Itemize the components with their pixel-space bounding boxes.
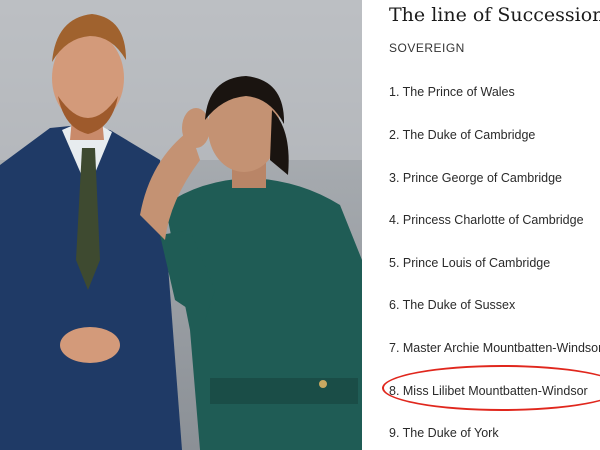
succession-item-2: 2. The Duke of Cambridge <box>389 128 536 142</box>
succession-item-1: 1. The Prince of Wales <box>389 85 515 99</box>
succession-item-5: 5. Prince Louis of Cambridge <box>389 256 551 270</box>
succession-item-7: 7. Master Archie Mountbatten-Windsor <box>389 341 600 355</box>
succession-panel: The line of Succession SOVEREIGN 1. The … <box>362 0 600 450</box>
couple-illustration <box>0 0 362 450</box>
sovereign-label: SOVEREIGN <box>389 41 465 55</box>
succession-item-4: 4. Princess Charlotte of Cambridge <box>389 213 584 227</box>
succession-item-3: 3. Prince George of Cambridge <box>389 171 563 185</box>
highlight-circle <box>382 365 600 411</box>
succession-item-9: 9. The Duke of York <box>389 426 499 440</box>
panel-title: The line of Succession <box>389 4 600 26</box>
succession-item-6: 6. The Duke of Sussex <box>389 298 516 312</box>
couple-photo <box>0 0 362 450</box>
